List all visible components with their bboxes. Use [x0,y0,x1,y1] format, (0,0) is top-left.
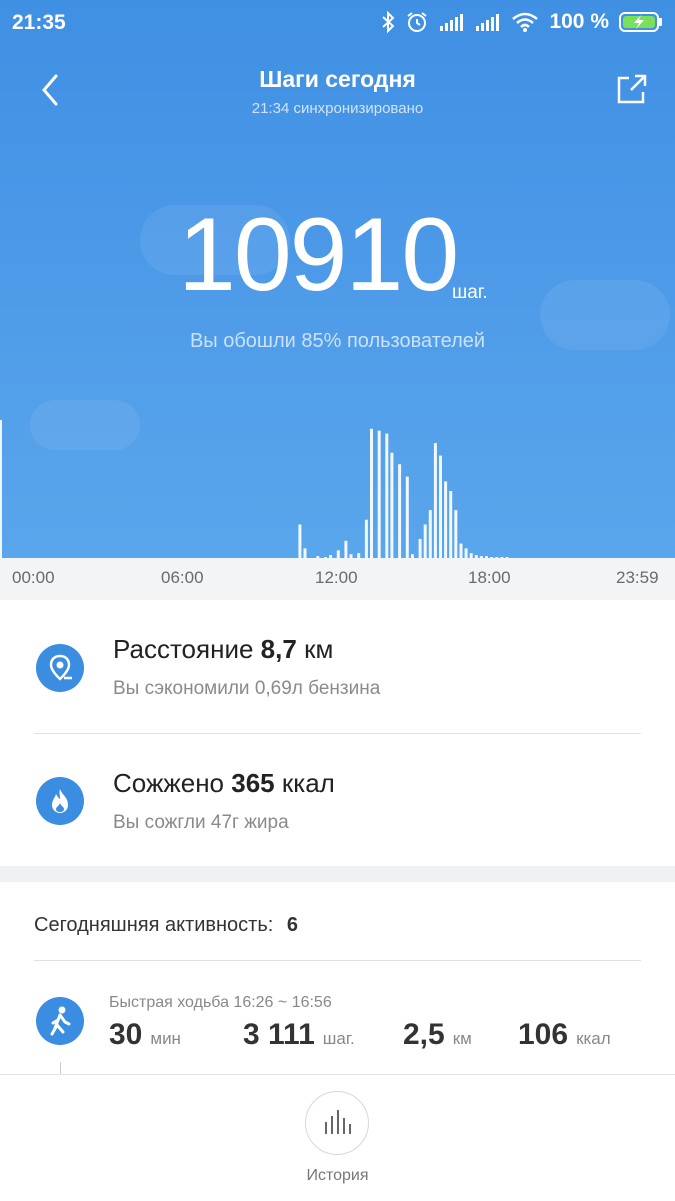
activity-distance-value: 2,5 [403,1018,445,1051]
chart-bar [418,538,422,558]
calories-title: Сожжено 365 ккал [113,768,335,799]
chart-bar [423,524,427,558]
activity-steps-value: 3 111 [243,1018,315,1051]
axis-tick: 06:00 [161,568,204,587]
fat-burned-note: Вы сожгли 47г жира [113,812,289,833]
activity-steps-unit: шаг. [322,1029,355,1048]
alarm-icon [407,12,428,32]
chart-bar [428,510,432,558]
distance-title: Расстояние 8,7 км [113,634,333,665]
calories-label: Сожжено [113,768,225,798]
activity-kcal-value: 106 [518,1018,569,1051]
chart-time-axis: 00:00 06:00 12:00 18:00 23:59 [0,558,675,600]
chart-bar [398,464,402,558]
today-activity-label: Сегодняшняя активность: [34,914,274,936]
calories-unit: ккал [281,768,335,798]
distance-value: 8,7 [260,634,297,664]
bottom-bar: История [0,1074,675,1201]
step-count: 10910 [178,197,459,313]
activity-kcal-unit: ккал [576,1029,611,1048]
activity-steps: 3 111 шаг. [243,1018,355,1052]
battery-charging-icon [619,12,662,32]
axis-tick: 23:59 [616,568,659,587]
chart-bar [370,428,373,558]
chart-bar [459,543,463,558]
chart-bar [303,548,307,558]
chart-left-edge [0,420,2,558]
step-unit: шаг. [452,282,488,303]
activity-type-time: Быстрая ходьба 16:26 ~ 16:56 [109,994,332,1011]
bar-chart-icon [325,1110,351,1134]
flame-icon [36,777,84,825]
section-separator [0,866,675,882]
bluetooth-icon [382,11,395,33]
chart-bar [364,519,368,558]
hourly-steps-chart [0,420,509,558]
chart-bar [439,455,442,558]
duration-value: 30 [109,1018,143,1051]
activity-kcal: 106 ккал [518,1018,611,1052]
share-button[interactable] [615,72,649,106]
chart-bar [454,510,458,558]
sync-status: 21:34 синхронизировано [251,100,424,117]
chart-bar [405,476,409,558]
calories-value: 365 [231,768,275,798]
chart-bar [390,452,394,558]
history-label: История [306,1167,369,1184]
users-comparison: Вы обошли 85% пользователей [189,330,486,352]
activity-duration: 30 мин [109,1018,181,1052]
chart-bar [385,433,389,558]
today-activity-header: Сегодняшняя активность: 6 [34,914,298,937]
walking-icon [36,997,84,1045]
axis-tick: 12:00 [315,568,358,587]
page-title: Шаги сегодня [259,66,416,92]
chart-bar [298,524,302,558]
status-bar: 21:35 100 % [0,0,675,48]
status-icons: 100 % [381,10,663,34]
chart-bar [464,548,468,558]
distance-unit: км [304,634,334,664]
signal-icon [440,14,464,31]
chart-bar [377,430,381,558]
distance-label: Расстояние [113,634,254,664]
chart-bar [336,550,340,558]
history-button[interactable] [305,1091,369,1155]
activity-distance-unit: км [452,1029,472,1048]
steps-hero-panel: 21:35 100 % Шаги сегодня 21:34 синхрониз… [0,0,675,558]
chart-bar [433,443,437,558]
wifi-icon [512,12,539,32]
axis-tick: 18:00 [468,568,511,587]
today-activity-count: 6 [286,914,299,936]
calories-row: Сожжено 365 ккал Вы сожгли 47г жира [0,734,675,866]
fuel-saved-note: Вы сэкономили 0,69л бензина [113,678,381,699]
status-time: 21:35 [12,11,66,34]
chart-bar [344,540,348,558]
distance-row: Расстояние 8,7 км Вы сэкономили 0,69л бе… [0,600,675,733]
axis-tick: 00:00 [12,568,55,587]
signal-icon [476,14,500,31]
chart-bar [444,481,448,558]
activity-distance: 2,5 км [403,1018,472,1052]
battery-percent: 100 % [549,10,609,33]
chart-bar [449,491,453,558]
duration-unit: мин [150,1029,181,1048]
location-pin-icon [36,644,84,692]
